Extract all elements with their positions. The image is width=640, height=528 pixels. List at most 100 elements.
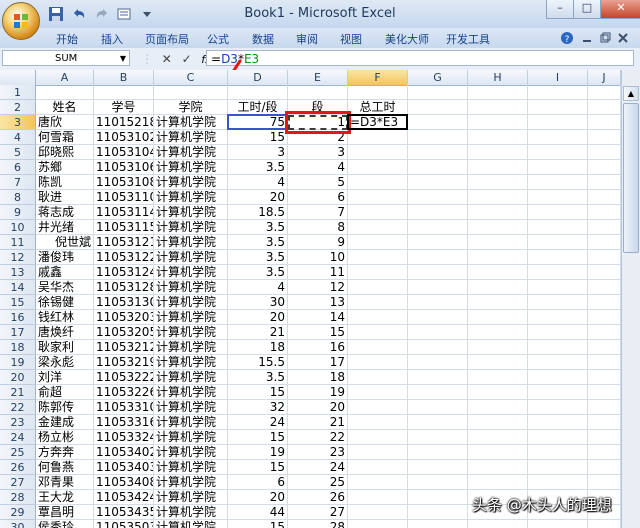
cell-a11[interactable]: 倪世斌 xyxy=(36,235,94,250)
cell-g4[interactable] xyxy=(408,130,468,145)
cell-h17[interactable] xyxy=(468,325,528,340)
cell-g29[interactable] xyxy=(408,505,468,520)
column-header-b[interactable]: B xyxy=(94,70,154,85)
cell-f25[interactable] xyxy=(348,445,408,460)
cell-d3[interactable]: 75 xyxy=(228,115,288,130)
cell-i2[interactable] xyxy=(528,100,588,115)
cell-i15[interactable] xyxy=(528,295,588,310)
cell-a2[interactable]: 姓名 xyxy=(36,100,94,115)
cell-d18[interactable]: 18 xyxy=(228,340,288,355)
cell-h6[interactable] xyxy=(468,160,528,175)
row-header[interactable]: 12 xyxy=(0,250,36,265)
cell-d9[interactable]: 18.5 xyxy=(228,205,288,220)
column-header-d[interactable]: D xyxy=(228,70,288,85)
cell-f15[interactable] xyxy=(348,295,408,310)
row-header[interactable]: 20 xyxy=(0,370,36,385)
cell-a15[interactable]: 徐锡健 xyxy=(36,295,94,310)
column-header-c[interactable]: C xyxy=(154,70,228,85)
column-header-g[interactable]: G xyxy=(408,70,468,85)
row-header[interactable]: 1 xyxy=(0,85,36,100)
cell-i10[interactable] xyxy=(528,220,588,235)
cell-b14[interactable]: 11053128 xyxy=(94,280,154,295)
cell-d7[interactable]: 4 xyxy=(228,175,288,190)
formula-input[interactable]: =D3*E3 xyxy=(206,50,634,66)
cell-d17[interactable]: 21 xyxy=(228,325,288,340)
cell-g11[interactable] xyxy=(408,235,468,250)
cell-e22[interactable]: 20 xyxy=(288,400,348,415)
cell-a18[interactable]: 耿家利 xyxy=(36,340,94,355)
cell-a5[interactable]: 邱晓熙 xyxy=(36,145,94,160)
cell-e28[interactable]: 26 xyxy=(288,490,348,505)
cancel-icon[interactable]: ✕ xyxy=(160,51,174,67)
cell-c22[interactable]: 计算机学院 xyxy=(154,400,228,415)
cell-c3[interactable]: 计算机学院 xyxy=(154,115,228,130)
cell-i9[interactable] xyxy=(528,205,588,220)
ribbon-restore-icon[interactable] xyxy=(598,31,612,45)
cell-a21[interactable]: 俞超 xyxy=(36,385,94,400)
cell-h15[interactable] xyxy=(468,295,528,310)
cell-d6[interactable]: 3.5 xyxy=(228,160,288,175)
cell-b15[interactable]: 11053130 xyxy=(94,295,154,310)
cell-d25[interactable]: 19 xyxy=(228,445,288,460)
cell-j13[interactable] xyxy=(588,265,621,280)
cell-j4[interactable] xyxy=(588,130,621,145)
cell-d13[interactable]: 3.5 xyxy=(228,265,288,280)
cell-h18[interactable] xyxy=(468,340,528,355)
cell-g19[interactable] xyxy=(408,355,468,370)
column-header-i[interactable]: I xyxy=(528,70,588,85)
cell-j30[interactable] xyxy=(588,520,621,528)
cell-d22[interactable]: 32 xyxy=(228,400,288,415)
cell-e5[interactable]: 3 xyxy=(288,145,348,160)
cell-b12[interactable]: 11053122 xyxy=(94,250,154,265)
ribbon-minimize-icon[interactable] xyxy=(580,31,594,45)
cell-f30[interactable] xyxy=(348,520,408,528)
office-button[interactable] xyxy=(2,2,40,40)
cell-f4[interactable] xyxy=(348,130,408,145)
cell-g21[interactable] xyxy=(408,385,468,400)
cell-j21[interactable] xyxy=(588,385,621,400)
cell-b23[interactable]: 11053316 xyxy=(94,415,154,430)
cell-a23[interactable]: 金建成 xyxy=(36,415,94,430)
cell-g13[interactable] xyxy=(408,265,468,280)
scroll-up-icon[interactable]: ▲ xyxy=(623,86,639,101)
row-header[interactable]: 29 xyxy=(0,505,36,520)
cell-i11[interactable] xyxy=(528,235,588,250)
cell-f1[interactable] xyxy=(348,85,408,100)
cell-h22[interactable] xyxy=(468,400,528,415)
cell-i20[interactable] xyxy=(528,370,588,385)
spreadsheet-grid[interactable]: ABCDEFGHIJ 1 2 姓名 学号 学院 工时/段段总工时 3 唐欣 11015218 计算… xyxy=(0,70,621,528)
row-header[interactable]: 14 xyxy=(0,280,36,295)
cell-h21[interactable] xyxy=(468,385,528,400)
cell-g16[interactable] xyxy=(408,310,468,325)
cell-c27[interactable]: 计算机学院 xyxy=(154,475,228,490)
cell-j15[interactable] xyxy=(588,295,621,310)
cell-a17[interactable]: 唐焕纤 xyxy=(36,325,94,340)
cell-j25[interactable] xyxy=(588,445,621,460)
cell-c29[interactable]: 计算机学院 xyxy=(154,505,228,520)
cell-e3[interactable]: 1 xyxy=(288,115,348,130)
cell-g18[interactable] xyxy=(408,340,468,355)
cell-c10[interactable]: 计算机学院 xyxy=(154,220,228,235)
cell-d21[interactable]: 15 xyxy=(228,385,288,400)
cell-i19[interactable] xyxy=(528,355,588,370)
cell-e13[interactable]: 11 xyxy=(288,265,348,280)
cell-c28[interactable]: 计算机学院 xyxy=(154,490,228,505)
cell-j6[interactable] xyxy=(588,160,621,175)
cell-e14[interactable]: 12 xyxy=(288,280,348,295)
cell-e16[interactable]: 14 xyxy=(288,310,348,325)
cell-f23[interactable] xyxy=(348,415,408,430)
cell-c15[interactable]: 计算机学院 xyxy=(154,295,228,310)
row-header[interactable]: 13 xyxy=(0,265,36,280)
row-header[interactable]: 16 xyxy=(0,310,36,325)
cell-j23[interactable] xyxy=(588,415,621,430)
cell-b8[interactable]: 11053110 xyxy=(94,190,154,205)
cell-e15[interactable]: 13 xyxy=(288,295,348,310)
cell-b6[interactable]: 11053106 xyxy=(94,160,154,175)
cell-a27[interactable]: 邓青果 xyxy=(36,475,94,490)
cell-d20[interactable]: 3.5 xyxy=(228,370,288,385)
cell-b19[interactable]: 11053219 xyxy=(94,355,154,370)
cell-b3[interactable]: 11015218 xyxy=(94,115,154,130)
cell-i27[interactable] xyxy=(528,475,588,490)
cell-h24[interactable] xyxy=(468,430,528,445)
cell-b26[interactable]: 11053403 xyxy=(94,460,154,475)
